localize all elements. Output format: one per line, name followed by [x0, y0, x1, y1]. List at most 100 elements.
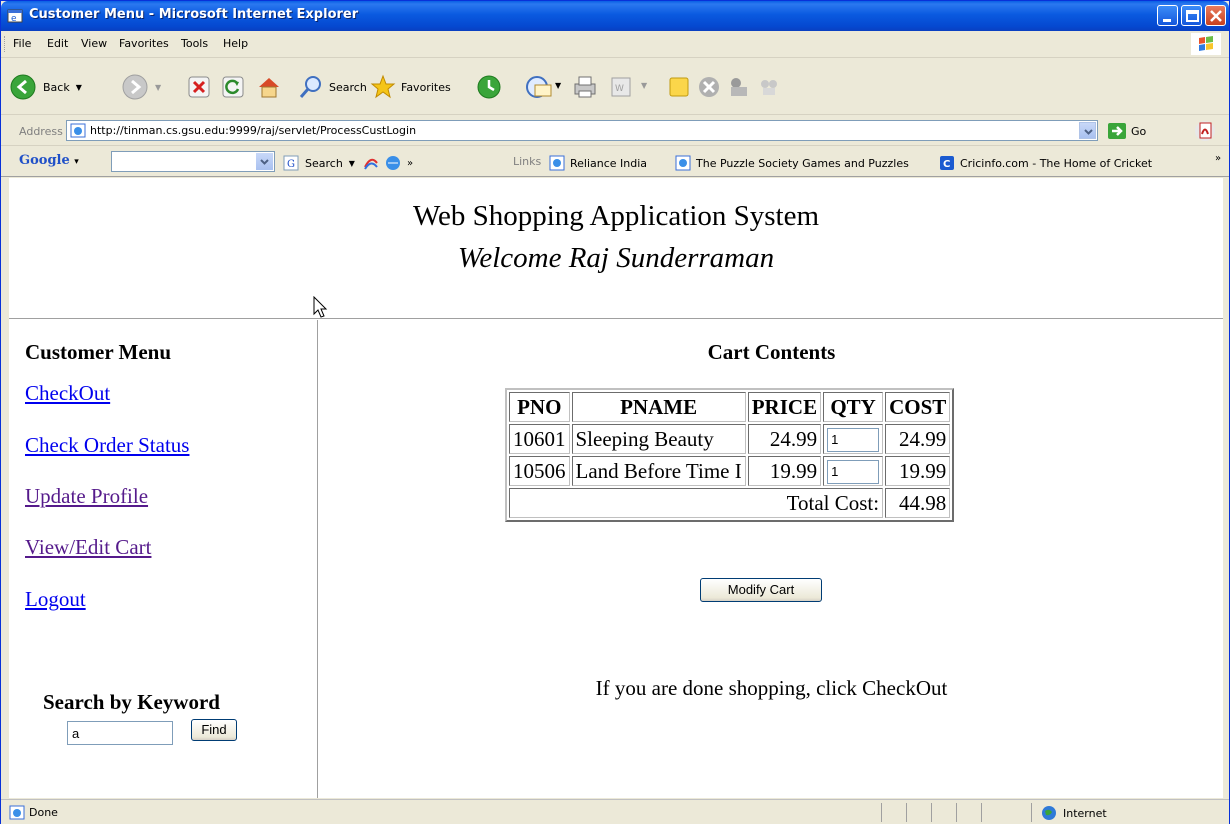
status-divider: [1031, 803, 1032, 822]
svg-text:G: G: [287, 159, 295, 170]
search-button[interactable]: Search: [297, 73, 367, 101]
cell-pname: Sleeping Beauty: [571, 424, 746, 454]
address-input[interactable]: http://tinman.cs.gsu.edu:9999/raj/servle…: [66, 120, 1098, 141]
link-reliance-india[interactable]: Reliance India: [549, 155, 647, 171]
link-label: The Puzzle Society Games and Puzzles: [696, 156, 909, 170]
links-label: Links: [513, 155, 542, 168]
menu-help[interactable]: Help: [223, 37, 248, 50]
back-button[interactable]: Back ▼: [9, 73, 82, 101]
close-button[interactable]: [1205, 5, 1226, 26]
favorites-label: Favorites: [401, 80, 451, 94]
refresh-icon[interactable]: [221, 75, 245, 99]
google-toolbar: Google ▾ G Search ▼ » Links Reliance Ind…: [1, 147, 1229, 177]
google-g-icon: G: [283, 155, 299, 171]
links-more-icon[interactable]: »: [1215, 153, 1221, 164]
frame-divider-vertical[interactable]: [317, 320, 319, 798]
minimize-icon: [1163, 19, 1171, 22]
google-logo[interactable]: Google ▾: [19, 153, 79, 168]
maximize-icon: [1186, 10, 1199, 22]
cricinfo-icon: C: [940, 156, 954, 170]
link-puzzle-society[interactable]: The Puzzle Society Games and Puzzles: [675, 155, 909, 171]
maximize-button[interactable]: [1181, 5, 1202, 26]
menu-tools[interactable]: Tools: [181, 37, 208, 50]
research-icon[interactable]: [757, 75, 781, 99]
column-header-qty: QTY: [823, 392, 884, 422]
pagerank-icon: [364, 158, 378, 170]
page-content: Web Shopping Application System Welcome …: [9, 178, 1223, 798]
status-divider: [981, 803, 982, 822]
go-arrow-icon: [1108, 123, 1126, 139]
forward-dropdown-icon[interactable]: ▼: [155, 83, 161, 92]
menu-link-check-order-status[interactable]: Check Order Status: [25, 433, 189, 458]
google-search-input[interactable]: [111, 151, 275, 172]
welcome-message: Welcome Raj Sunderraman: [457, 242, 775, 274]
menu-link-view-edit-cart[interactable]: View/Edit Cart: [25, 535, 151, 560]
address-dropdown-button[interactable]: [1079, 122, 1096, 139]
favorites-button[interactable]: Favorites: [369, 73, 451, 101]
checkout-hint: If you are done shopping, click CheckOut: [595, 676, 948, 700]
print-icon[interactable]: [571, 73, 599, 101]
google-search-button[interactable]: G Search ▼ »: [283, 155, 413, 171]
globe-icon: [385, 156, 400, 170]
keyword-search-input[interactable]: a: [67, 721, 173, 745]
minimize-button[interactable]: [1157, 5, 1178, 26]
cell-pno: 10506: [509, 456, 570, 486]
table-header-row: PNO PNAME PRICE QTY COST: [509, 392, 951, 422]
status-bar: Done Internet: [1, 799, 1229, 824]
total-cost-label: Total Cost:: [509, 488, 884, 518]
chevron-down-icon: [260, 159, 269, 165]
menu-link-logout[interactable]: Logout: [25, 587, 86, 612]
home-icon[interactable]: [255, 73, 283, 101]
security-zone: Internet: [1041, 805, 1107, 821]
total-row: Total Cost: 44.98: [509, 488, 951, 518]
menu-link-update-profile[interactable]: Update Profile: [25, 484, 148, 509]
customer-menu-title: Customer Menu: [25, 340, 172, 364]
find-button[interactable]: Find: [191, 719, 237, 741]
block-icon[interactable]: [697, 75, 721, 99]
mail-icon[interactable]: [525, 73, 553, 101]
forward-button[interactable]: ▼: [121, 73, 161, 101]
google-dropdown-button[interactable]: [256, 153, 273, 170]
messenger-icon[interactable]: [727, 75, 751, 99]
link-cricinfo[interactable]: C Cricinfo.com - The Home of Cricket: [939, 155, 1152, 171]
star-icon: [370, 74, 396, 99]
menu-link-checkout[interactable]: CheckOut: [25, 381, 110, 406]
qty-input[interactable]: 1: [827, 460, 880, 485]
globe-icon: [1042, 806, 1056, 820]
link-label: Cricinfo.com - The Home of Cricket: [960, 156, 1153, 170]
google-search-dropdown-icon: ▼: [348, 158, 355, 168]
go-button[interactable]: Go: [1107, 122, 1146, 140]
total-cost-value: 44.98: [885, 488, 951, 518]
status-text: Done: [29, 806, 58, 819]
chevron-more-icon[interactable]: »: [407, 158, 413, 169]
column-header-price: PRICE: [747, 392, 822, 422]
menu-file[interactable]: File: [13, 37, 31, 50]
menu-view[interactable]: View: [81, 37, 107, 50]
stop-icon[interactable]: [187, 75, 211, 99]
modify-cart-button[interactable]: Modify Cart: [700, 578, 822, 602]
back-dropdown-icon[interactable]: ▼: [76, 83, 82, 92]
address-url: http://tinman.cs.gsu.edu:9999/raj/servle…: [90, 124, 417, 137]
edit-dropdown-icon[interactable]: ▼: [641, 81, 647, 90]
page-title: Web Shopping Application System: [412, 200, 820, 232]
ie-page-icon: [9, 805, 25, 820]
menu-favorites[interactable]: Favorites: [119, 37, 169, 50]
column-header-cost: COST: [885, 392, 951, 422]
search-label: Search: [329, 80, 367, 94]
browser-window: e Customer Menu - Microsoft Internet Exp…: [0, 0, 1230, 824]
qty-input[interactable]: 1: [827, 428, 880, 453]
status-divider: [906, 803, 907, 822]
table-row: 10506 Land Before Time I 19.99 1 19.99: [509, 456, 951, 486]
menu-edit[interactable]: Edit: [47, 37, 68, 50]
toolbar-grip: [4, 36, 7, 52]
window-title: Customer Menu - Microsoft Internet Explo…: [29, 7, 359, 22]
history-icon[interactable]: [475, 73, 503, 101]
word-edit-icon[interactable]: W: [609, 75, 633, 99]
forward-arrow-icon: [122, 74, 148, 100]
mail-dropdown-icon[interactable]: ▼: [555, 81, 561, 90]
search-by-keyword-title: Search by Keyword: [43, 690, 220, 714]
pdf-icon[interactable]: [1193, 119, 1217, 143]
ie-page-icon: [549, 155, 565, 171]
ie-icon: e: [7, 9, 23, 24]
notes-icon[interactable]: [667, 75, 691, 99]
